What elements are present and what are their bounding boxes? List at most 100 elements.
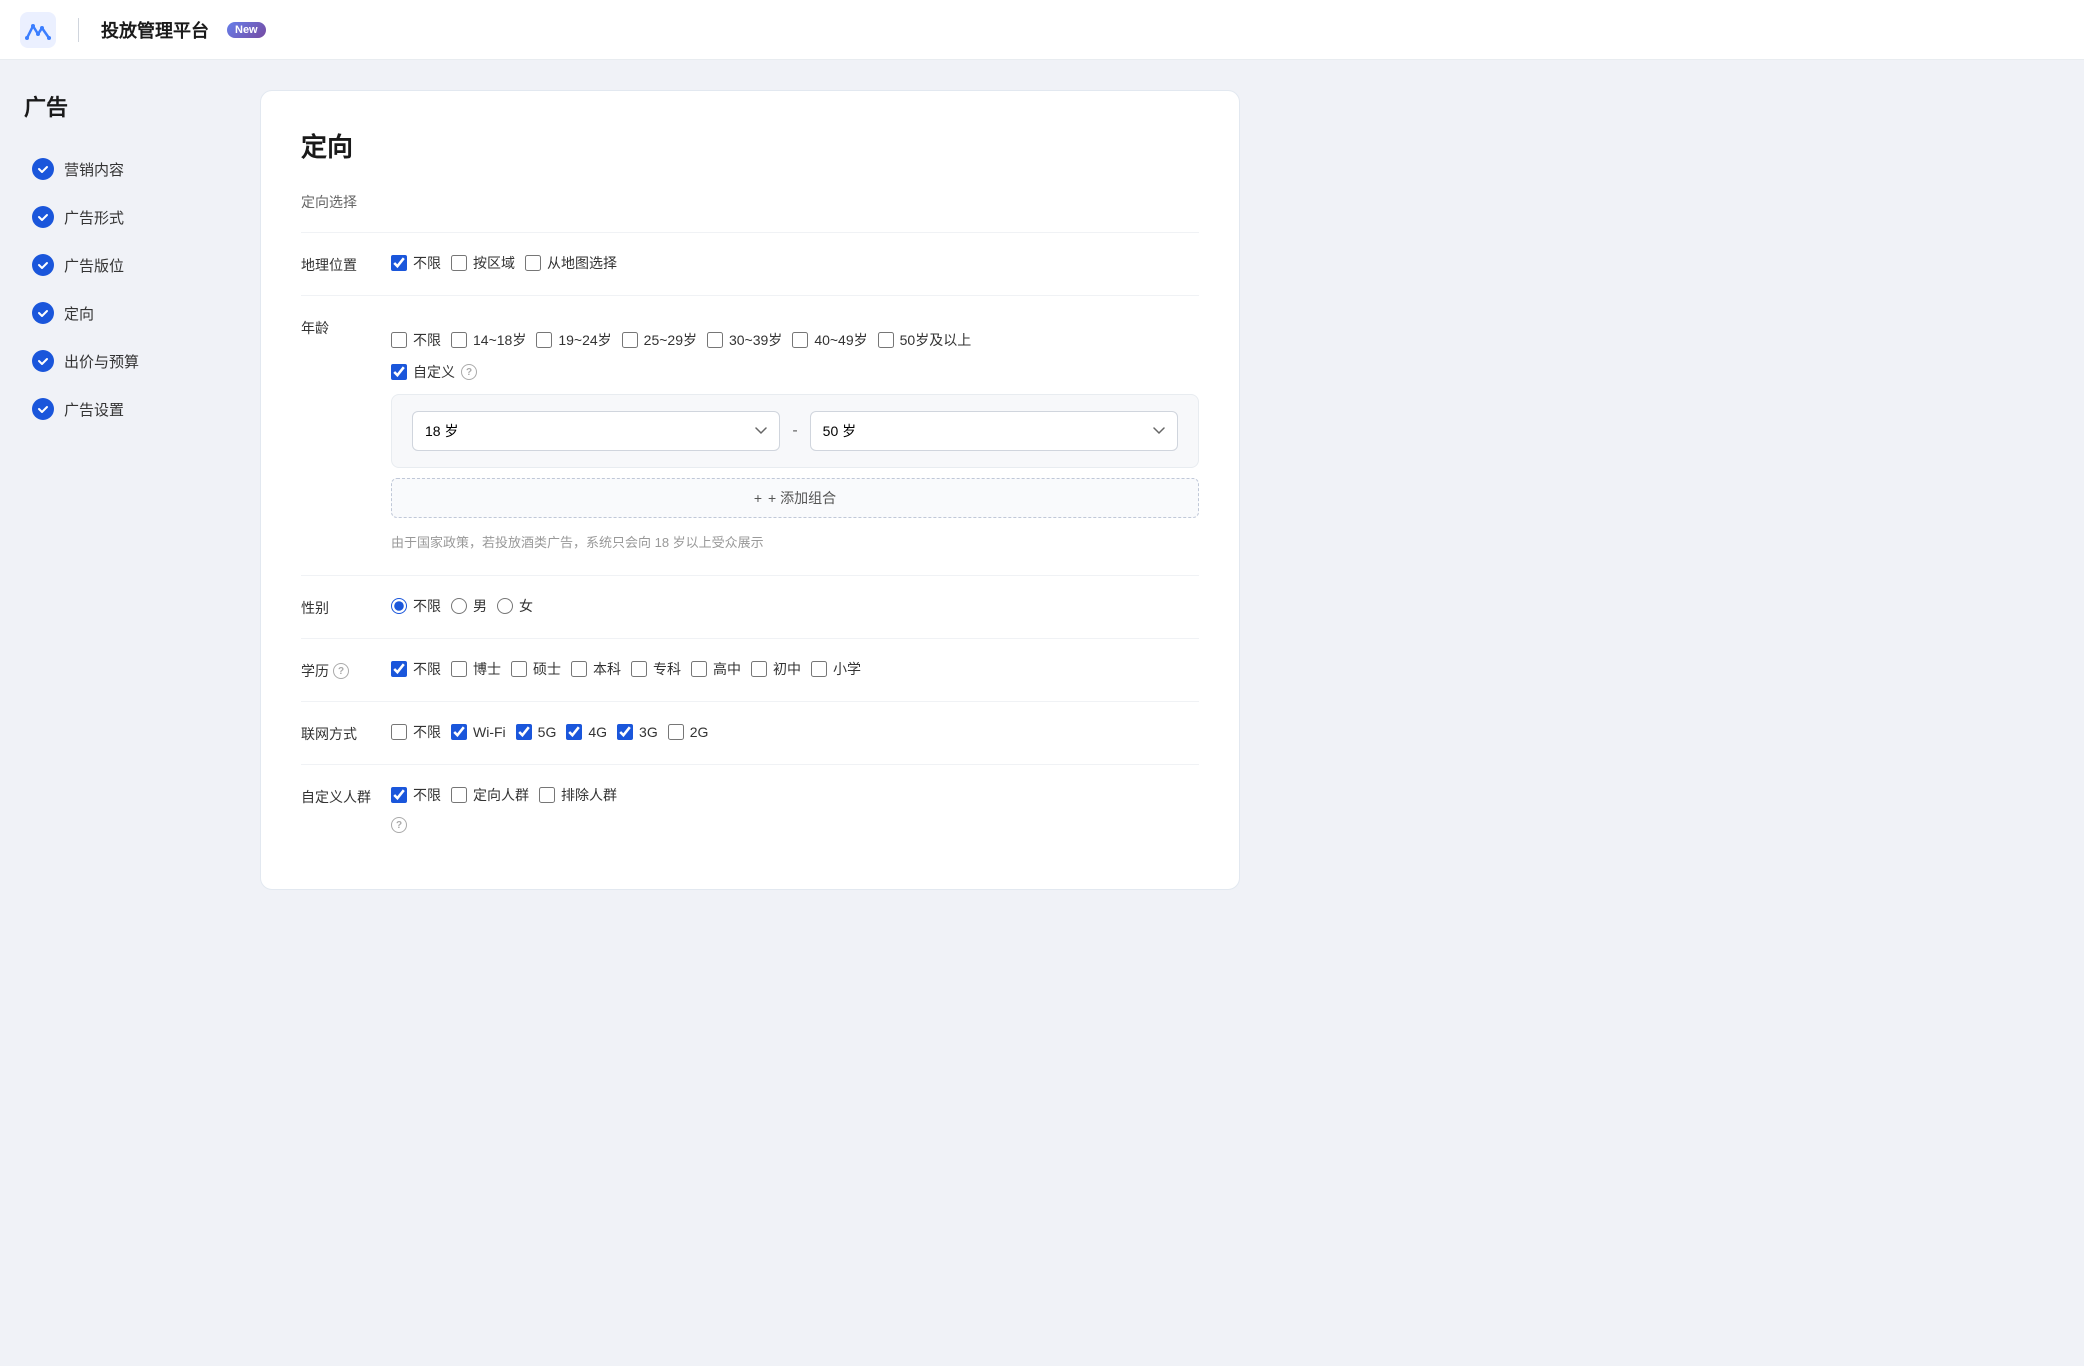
age-to-select[interactable]: 50 岁 45 岁 40 岁 35 岁 30 岁 <box>810 411 1178 451</box>
sidebar-label-marketing: 营销内容 <box>64 159 124 180</box>
add-combo-label: + 添加组合 <box>768 488 836 508</box>
age-from-select[interactable]: 18 岁 19 岁 20 岁 25 岁 30 岁 <box>412 411 780 451</box>
gender-unlimited-radio[interactable] <box>391 598 407 614</box>
location-region-checkbox[interactable] <box>451 255 467 271</box>
age-19-24-item[interactable]: 19~24岁 <box>536 330 611 350</box>
ca-target-item[interactable]: 定向人群 <box>451 785 529 805</box>
network-controls: 不限 Wi-Fi 5G 4G <box>391 722 1199 742</box>
edu-master-checkbox[interactable] <box>511 661 527 677</box>
age-unlimited-checkbox[interactable] <box>391 332 407 348</box>
age-25-29-checkbox[interactable] <box>622 332 638 348</box>
location-map-checkbox[interactable] <box>525 255 541 271</box>
education-help-icon[interactable]: ? <box>333 663 349 679</box>
ca-exclude-checkbox[interactable] <box>539 787 555 803</box>
gender-female-radio[interactable] <box>497 598 513 614</box>
add-combo-button[interactable]: + + 添加组合 <box>391 478 1199 518</box>
gender-controls: 不限 男 女 <box>391 596 1199 616</box>
edu-master-item[interactable]: 硕士 <box>511 659 561 679</box>
sidebar-item-ad-settings[interactable]: 广告设置 <box>24 386 220 432</box>
custom-audience-help-row: ? <box>391 817 1199 833</box>
edu-middleschool-item[interactable]: 初中 <box>751 659 801 679</box>
age-19-24-label: 19~24岁 <box>558 330 611 350</box>
age-custom-label: 自定义 <box>413 362 455 382</box>
sidebar-item-ad-format[interactable]: 广告形式 <box>24 194 220 240</box>
edu-college-item[interactable]: 专科 <box>631 659 681 679</box>
age-40-49-item[interactable]: 40~49岁 <box>792 330 867 350</box>
age-30-39-checkbox[interactable] <box>707 332 723 348</box>
age-custom-checkbox[interactable] <box>391 364 407 380</box>
age-25-29-item[interactable]: 25~29岁 <box>622 330 697 350</box>
edu-phd-item[interactable]: 博士 <box>451 659 501 679</box>
sidebar-item-marketing[interactable]: 营销内容 <box>24 146 220 192</box>
gender-label: 性别 <box>301 596 391 618</box>
sidebar: 广告 营销内容 广告形式 广告版位 定向 <box>0 60 220 1366</box>
gender-male-radio[interactable] <box>451 598 467 614</box>
sidebar-section-title: 广告 <box>24 90 220 122</box>
page-title: 定向 <box>301 127 1199 164</box>
edu-phd-checkbox[interactable] <box>451 661 467 677</box>
age-custom-item[interactable]: 自定义 <box>391 362 455 382</box>
net-4g-checkbox[interactable] <box>566 724 582 740</box>
net-3g-item[interactable]: 3G <box>617 724 658 740</box>
net-wifi-item[interactable]: Wi-Fi <box>451 724 506 740</box>
edu-bachelor-checkbox[interactable] <box>571 661 587 677</box>
age-custom-help-icon[interactable]: ? <box>461 364 477 380</box>
content-card: 定向 定向选择 地理位置 不限 按区域 从地图选择 <box>260 90 1240 890</box>
ca-target-checkbox[interactable] <box>451 787 467 803</box>
age-unlimited-label: 不限 <box>413 330 441 350</box>
location-region-item[interactable]: 按区域 <box>451 253 515 273</box>
edu-highschool-checkbox[interactable] <box>691 661 707 677</box>
age-section: 不限 14~18岁 19~24岁 <box>391 330 1199 555</box>
age-14-18-item[interactable]: 14~18岁 <box>451 330 526 350</box>
check-icon-bid-budget <box>32 350 54 372</box>
ca-unlimited-item[interactable]: 不限 <box>391 785 441 805</box>
net-unlimited-checkbox[interactable] <box>391 724 407 740</box>
net-wifi-checkbox[interactable] <box>451 724 467 740</box>
ca-exclude-item[interactable]: 排除人群 <box>539 785 617 805</box>
net-2g-item[interactable]: 2G <box>668 724 709 740</box>
net-3g-checkbox[interactable] <box>617 724 633 740</box>
age-50plus-checkbox[interactable] <box>878 332 894 348</box>
location-map-item[interactable]: 从地图选择 <box>525 253 617 273</box>
section-label: 定向选择 <box>301 192 1199 212</box>
edu-phd-label: 博士 <box>473 659 501 679</box>
net-5g-item[interactable]: 5G <box>516 724 557 740</box>
gender-unlimited-item[interactable]: 不限 <box>391 596 441 616</box>
edu-primary-item[interactable]: 小学 <box>811 659 861 679</box>
sidebar-item-targeting[interactable]: 定向 <box>24 290 220 336</box>
gender-row: 性别 不限 男 女 <box>301 575 1199 638</box>
edu-primary-checkbox[interactable] <box>811 661 827 677</box>
location-unlimited-item[interactable]: 不限 <box>391 253 441 273</box>
ca-unlimited-checkbox[interactable] <box>391 787 407 803</box>
gender-female-item[interactable]: 女 <box>497 596 533 616</box>
age-14-18-checkbox[interactable] <box>451 332 467 348</box>
edu-bachelor-item[interactable]: 本科 <box>571 659 621 679</box>
net-5g-checkbox[interactable] <box>516 724 532 740</box>
gender-male-item[interactable]: 男 <box>451 596 487 616</box>
age-19-24-checkbox[interactable] <box>536 332 552 348</box>
edu-highschool-item[interactable]: 高中 <box>691 659 741 679</box>
edu-college-checkbox[interactable] <box>631 661 647 677</box>
age-30-39-item[interactable]: 30~39岁 <box>707 330 782 350</box>
sidebar-item-ad-position[interactable]: 广告版位 <box>24 242 220 288</box>
location-unlimited-checkbox[interactable] <box>391 255 407 271</box>
age-unlimited-item[interactable]: 不限 <box>391 330 441 350</box>
net-2g-checkbox[interactable] <box>668 724 684 740</box>
custom-audience-help-icon[interactable]: ? <box>391 817 407 833</box>
edu-unlimited-checkbox[interactable] <box>391 661 407 677</box>
edu-unlimited-item[interactable]: 不限 <box>391 659 441 679</box>
logo-area: 投放管理平台 New <box>20 12 266 48</box>
age-50plus-item[interactable]: 50岁及以上 <box>878 330 972 350</box>
age-custom-row: 自定义 ? <box>391 362 1199 382</box>
age-label: 年龄 <box>301 316 391 338</box>
age-14-18-label: 14~18岁 <box>473 330 526 350</box>
net-unlimited-item[interactable]: 不限 <box>391 722 441 742</box>
edu-college-label: 专科 <box>653 659 681 679</box>
edu-middleschool-checkbox[interactable] <box>751 661 767 677</box>
age-row: 年龄 不限 14~18岁 <box>301 295 1199 575</box>
net-4g-item[interactable]: 4G <box>566 724 607 740</box>
location-controls: 不限 按区域 从地图选择 <box>391 253 1199 273</box>
age-40-49-checkbox[interactable] <box>792 332 808 348</box>
net-unlimited-label: 不限 <box>413 722 441 742</box>
sidebar-item-bid-budget[interactable]: 出价与预算 <box>24 338 220 384</box>
